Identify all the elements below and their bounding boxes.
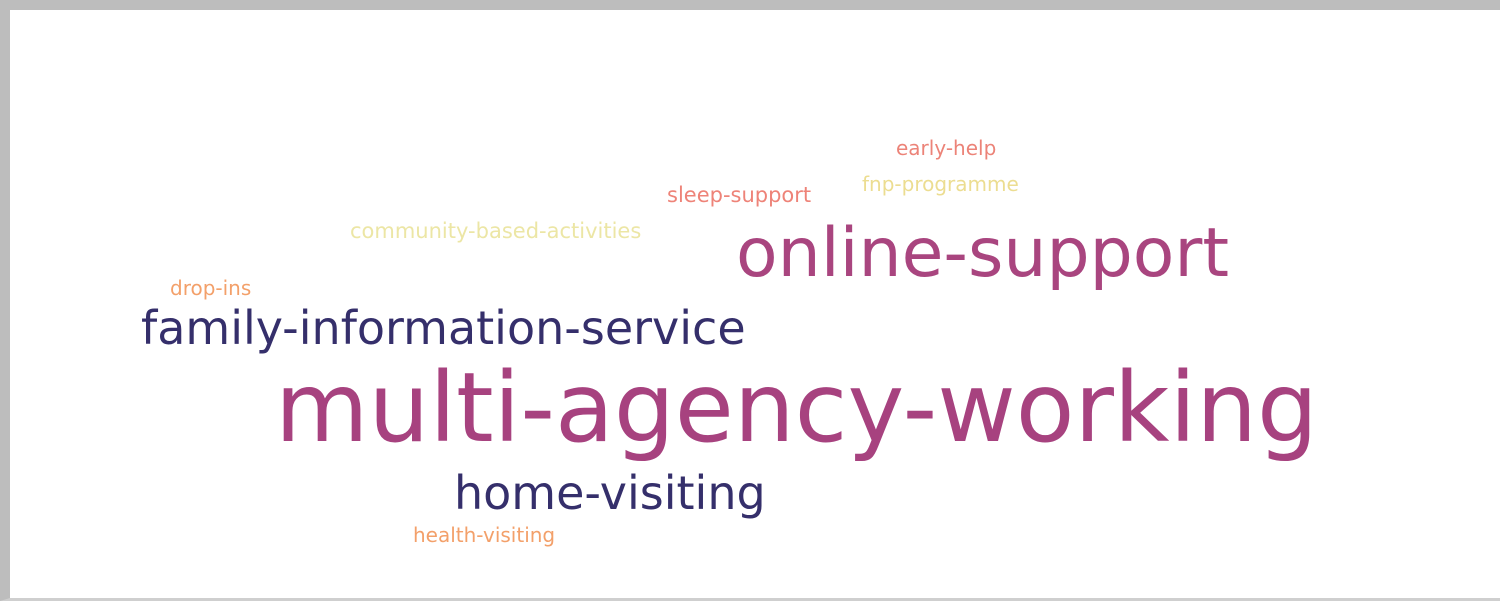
word-sleep-support: sleep-support	[667, 183, 812, 207]
word-drop-ins: drop-ins	[170, 276, 252, 300]
word-cloud: early-help fnp-programme sleep-support c…	[10, 10, 1500, 611]
word-health-visiting: health-visiting	[413, 523, 556, 547]
word-cloud-frame: early-help fnp-programme sleep-support c…	[0, 0, 1500, 601]
word-early-help: early-help	[896, 136, 997, 160]
word-multi-agency-working: multi-agency-working	[275, 352, 1318, 464]
word-online-support: online-support	[736, 214, 1230, 293]
word-fnp-programme: fnp-programme	[862, 172, 1019, 196]
word-home-visiting: home-visiting	[454, 466, 766, 520]
word-community-based-activities: community-based-activities	[350, 219, 642, 243]
word-family-information-service: family-information-service	[141, 301, 746, 355]
